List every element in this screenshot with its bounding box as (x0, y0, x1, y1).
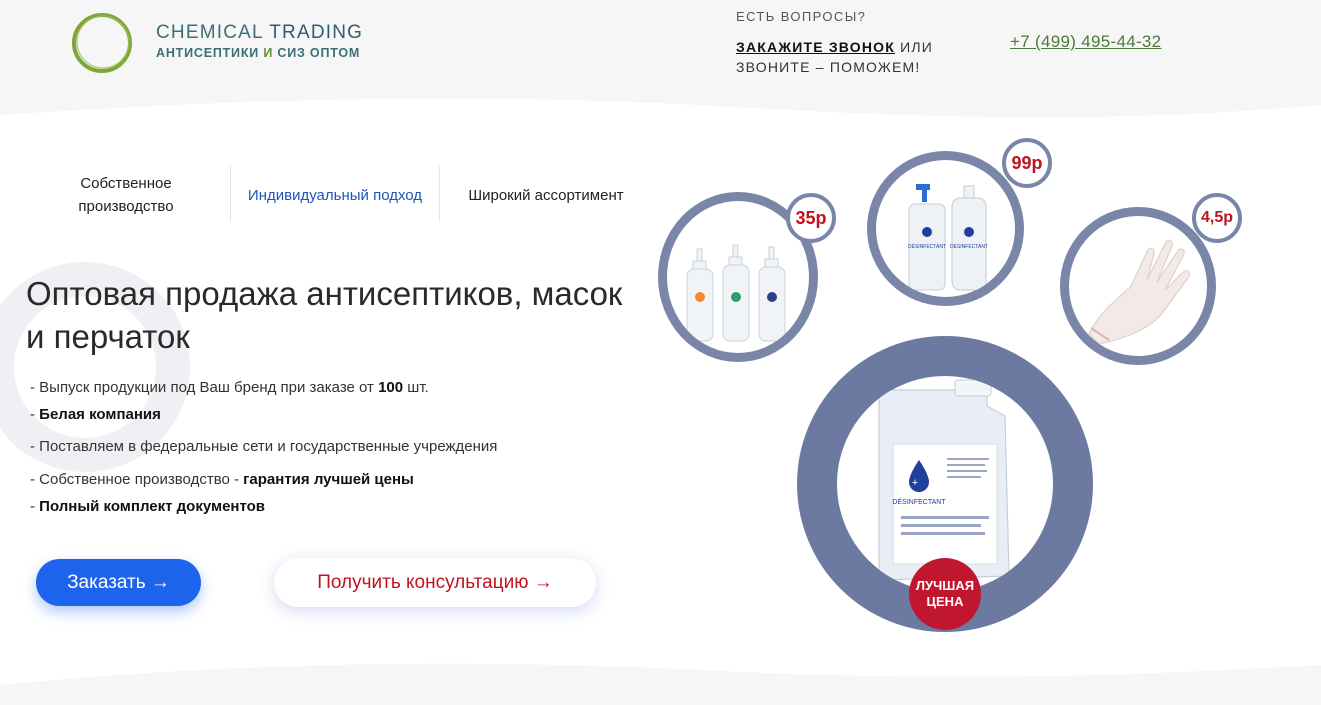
bullet-item: - Собственное производство - гарантия лу… (30, 471, 414, 488)
price-badge: 35р (786, 193, 836, 243)
footer-wave (0, 663, 1321, 705)
feature-divider (230, 166, 231, 222)
callback-link[interactable]: ЗАКАЖИТЕ ЗВОНОК (736, 39, 895, 55)
header-wave (0, 98, 1321, 155)
page-title: Оптовая продажа антисептиков, масок и пе… (26, 275, 623, 355)
product-pump-bottles[interactable]: DÉSINFECTANT DÉSINFECTANT (867, 151, 1024, 306)
bullet-item: - Белая компания (30, 406, 161, 423)
product-label: DÉSINFECTANT (950, 243, 988, 250)
product-label: DÉSINFECTANT (908, 243, 946, 250)
tagline-rest: СИЗ ОПТОМ (277, 46, 361, 60)
feature-divider (439, 166, 440, 222)
product-label: DÉSINFECTANT (892, 497, 946, 506)
best-price-line: ЦЕНА (926, 594, 964, 609)
callback-rest: ЗВОНИТЕ – ПОМОЖЕМ! (736, 59, 921, 75)
best-price-line: ЛУЧШАЯ (915, 578, 975, 593)
bullet-text: шт. (403, 379, 429, 396)
bullet-bold: гарантия лучшей цены (243, 471, 414, 488)
brand-tagline: АНТИСЕПТИКИ И СИЗ ОПТОМ (156, 46, 360, 60)
bullet-text: - Собственное производство - (30, 471, 244, 488)
bullet-bold: Полный комплект документов (39, 498, 266, 515)
tagline-main: АНТИСЕПТИКИ (156, 46, 260, 60)
feature-wide-assortment: Широкий ассортимент (468, 186, 624, 204)
feature-individual-approach[interactable]: Индивидуальный подход (238, 168, 432, 222)
best-price-badge: ЛУЧШАЯ ЦЕНА (909, 558, 981, 630)
price-badge: 99р (1002, 138, 1052, 188)
order-button[interactable]: Заказать → (36, 559, 201, 606)
bullet-text: - Поставляем в федеральные сети и госуда… (30, 438, 498, 455)
bullet-item: - Выпуск продукции под Ваш бренд при зак… (30, 379, 429, 396)
phone-link[interactable]: +7 (499) 495-44-32 (1010, 32, 1161, 52)
gloves-image (1088, 239, 1191, 345)
consultation-button[interactable]: Получить консультацию → (274, 558, 596, 607)
product-gloves[interactable] (1060, 207, 1216, 365)
price-badge: 4,5р (1192, 193, 1242, 243)
brand-word-2: TRADING (269, 22, 364, 43)
svg-text:+: + (912, 477, 918, 489)
bullet-bold: 100 (378, 379, 404, 396)
pump-bottles-image: DÉSINFECTANT DÉSINFECTANT (908, 184, 988, 291)
feature-own-production: Собственное производство (78, 175, 174, 215)
brand-name: CHEMICAL TRADING (156, 22, 363, 44)
callback-or: ИЛИ (895, 39, 934, 55)
brand-logo[interactable] (70, 11, 134, 75)
bullet-text: - Выпуск продукции под Ваш бренд при зак… (30, 379, 379, 396)
callback-block: ЗАКАЖИТЕ ЗВОНОК ИЛИ ЗВОНИТЕ – ПОМОЖЕМ! (736, 37, 933, 77)
bullet-text: - (30, 406, 40, 423)
bullet-item: - Поставляем в федеральные сети и госуда… (30, 438, 497, 455)
bullet-text: - (30, 498, 40, 515)
brand-word-1: CHEMICAL (156, 22, 264, 43)
tagline-conj: И (263, 46, 274, 60)
bullet-item: - Полный комплект документов (30, 498, 265, 515)
questions-label: ЕСТЬ ВОПРОСЫ? (736, 9, 867, 24)
bullet-bold: Белая компания (39, 406, 161, 423)
